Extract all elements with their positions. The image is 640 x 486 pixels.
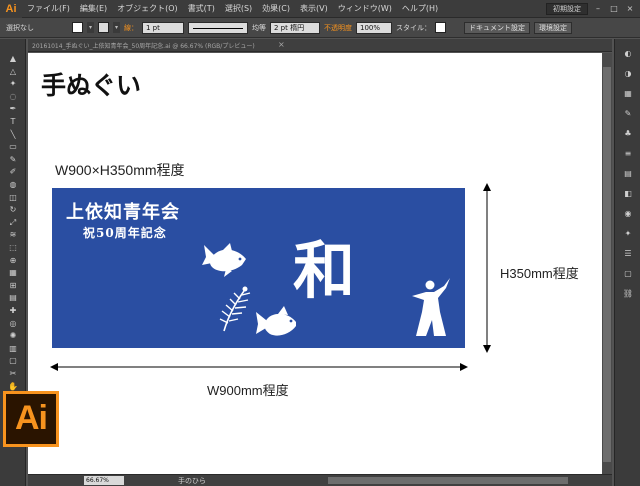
- menu-object[interactable]: オブジェクト(O): [112, 3, 183, 14]
- current-tool-status: 手のひら: [178, 477, 206, 485]
- height-label: H350mm程度: [500, 266, 579, 281]
- lasso-tool-icon[interactable]: ◌: [5, 91, 21, 102]
- close-button[interactable]: ×: [624, 3, 636, 15]
- menu-window[interactable]: ウィンドウ(W): [333, 3, 397, 14]
- document-tab[interactable]: 20161014_手ぬぐい_上依知青年会_50周年記念.ai @ 66.67% …: [28, 39, 612, 52]
- scale-tool-icon[interactable]: ⤢: [5, 217, 21, 228]
- menu-view[interactable]: 表示(V): [295, 3, 333, 14]
- graphic-style-swatch[interactable]: [435, 22, 446, 33]
- eyedropper-tool-icon[interactable]: ✚: [5, 305, 21, 316]
- status-bar: 66.67% 手のひら: [28, 474, 612, 486]
- vertical-scrollbar[interactable]: [602, 53, 612, 474]
- stroke-profile-preview[interactable]: [188, 21, 248, 34]
- brush-definition-field[interactable]: 2 pt 楕円: [270, 21, 320, 34]
- hand-tool-icon[interactable]: ✋: [5, 381, 21, 392]
- stroke-profile-label: 均等: [252, 23, 266, 32]
- layers-icon[interactable]: ☰: [622, 249, 634, 259]
- minimize-button[interactable]: –: [592, 3, 604, 15]
- symbols-icon[interactable]: ♣: [622, 129, 634, 139]
- magic-wand-tool-icon[interactable]: ✦: [5, 78, 21, 89]
- stroke-weight-field[interactable]: 1 pt: [142, 21, 184, 34]
- stroke-label[interactable]: 線：: [124, 23, 138, 33]
- menu-right: 初期設定 – □ ×: [546, 2, 640, 15]
- pen-tool-icon[interactable]: ✒: [5, 103, 21, 114]
- symbol-sprayer-tool-icon[interactable]: ✺: [5, 330, 21, 341]
- width-dimension-arrow: [50, 363, 468, 371]
- maximize-button[interactable]: □: [608, 3, 620, 15]
- control-bar: 選択なし ▾ ▾ 線： 1 pt 均等 2 pt 楕円 不透明度 100% スタ…: [0, 18, 640, 38]
- rotate-tool-icon[interactable]: ↻: [5, 204, 21, 215]
- type-tool-icon[interactable]: T: [5, 116, 21, 127]
- line-tool-icon[interactable]: ╲: [5, 129, 21, 140]
- document-tab-label: 20161014_手ぬぐい_上依知青年会_50周年記念.ai @ 66.67% …: [32, 43, 255, 50]
- color-guide-icon[interactable]: ◑: [622, 69, 634, 79]
- size-label: W900×H350mm程度: [55, 162, 185, 178]
- illustrator-badge: Ai: [3, 391, 59, 447]
- menu-help[interactable]: ヘルプ(H): [397, 3, 443, 14]
- menu-file[interactable]: ファイル(F): [22, 3, 75, 14]
- artwork-title: 手ぬぐい: [41, 71, 142, 100]
- illustrator-logo: Ai: [0, 0, 22, 18]
- selection-tool-icon[interactable]: ▲: [5, 53, 21, 64]
- links-icon[interactable]: ⛓: [622, 289, 634, 299]
- zoom-field[interactable]: 66.67%: [84, 476, 124, 485]
- goldfish-icon: [202, 243, 246, 277]
- height-dimension-arrow: [483, 183, 491, 353]
- stroke-swatch[interactable]: [98, 22, 109, 33]
- gradient-tool-icon[interactable]: ▤: [5, 292, 21, 303]
- menu-bar: Ai ファイル(F) 編集(E) オブジェクト(O) 書式(T) 選択(S) 効…: [0, 0, 640, 18]
- rectangle-tool-icon[interactable]: ▭: [5, 141, 21, 152]
- width-label: W900mm程度: [207, 383, 289, 398]
- color-panel-icon[interactable]: ◐: [622, 49, 634, 59]
- brushes-icon[interactable]: ✎: [622, 109, 634, 119]
- mesh-tool-icon[interactable]: ⊞: [5, 280, 21, 291]
- paintbrush-tool-icon[interactable]: ✎: [5, 154, 21, 165]
- slice-tool-icon[interactable]: ✂: [5, 368, 21, 379]
- towel-organization-text: 上依知青年会: [66, 202, 180, 223]
- column-graph-tool-icon[interactable]: ▥: [5, 343, 21, 354]
- menu-select[interactable]: 選択(S): [220, 3, 257, 14]
- graphic-styles-icon[interactable]: ✦: [622, 229, 634, 239]
- goldfish-icon: [256, 306, 296, 336]
- panel-dock: ◐ ◑ ▦ ✎ ♣ ≡ ▤ ◧ ◉ ✦ ☰ ▢ ⛓: [614, 39, 640, 486]
- water-plant-icon: [219, 286, 251, 332]
- opacity-field[interactable]: 100%: [356, 21, 392, 34]
- direct-selection-tool-icon[interactable]: △: [5, 66, 21, 77]
- swatches-icon[interactable]: ▦: [622, 89, 634, 99]
- opacity-label[interactable]: 不透明度: [324, 23, 352, 33]
- dancer-icon: [412, 278, 450, 336]
- preferences-button[interactable]: 環境設定: [534, 21, 572, 34]
- close-icon[interactable]: ×: [278, 40, 285, 49]
- width-tool-icon[interactable]: ≋: [5, 229, 21, 240]
- fill-dropdown[interactable]: ▾: [87, 22, 94, 33]
- gradient-icon[interactable]: ▤: [622, 169, 634, 179]
- towel-kanji-text: 和: [293, 234, 356, 307]
- menu-type[interactable]: 書式(T): [183, 3, 220, 14]
- transparency-icon[interactable]: ◧: [622, 189, 634, 199]
- horizontal-scroll-thumb[interactable]: [328, 477, 568, 484]
- stroke-dropdown[interactable]: ▾: [113, 22, 120, 33]
- artboard-tool-icon[interactable]: ▢: [5, 355, 21, 366]
- artboards-icon[interactable]: ▢: [622, 269, 634, 279]
- towel-anniversary-text: 祝50周年記念: [83, 226, 167, 240]
- fill-swatch[interactable]: [72, 22, 83, 33]
- vertical-scroll-thumb[interactable]: [603, 67, 611, 462]
- blob-brush-tool-icon[interactable]: ◍: [5, 179, 21, 190]
- document-setup-button[interactable]: ドキュメント設定: [464, 21, 530, 34]
- shape-builder-tool-icon[interactable]: ⊕: [5, 255, 21, 266]
- style-label: スタイル：: [396, 23, 431, 32]
- eraser-tool-icon[interactable]: ◫: [5, 192, 21, 203]
- artboard-canvas[interactable]: 手ぬぐい W900×H350mm程度 上依知青年会 祝50周年記念 和 H350…: [28, 53, 612, 474]
- workspace-switcher[interactable]: 初期設定: [546, 2, 588, 15]
- perspective-grid-tool-icon[interactable]: ▦: [5, 267, 21, 278]
- towel-design[interactable]: 上依知青年会 祝50周年記念 和: [52, 188, 465, 348]
- blend-tool-icon[interactable]: ◎: [5, 318, 21, 329]
- pencil-tool-icon[interactable]: ✐: [5, 166, 21, 177]
- stroke-icon[interactable]: ≡: [622, 149, 634, 159]
- menu-edit[interactable]: 編集(E): [75, 3, 112, 14]
- free-transform-tool-icon[interactable]: ⬚: [5, 242, 21, 253]
- appearance-icon[interactable]: ◉: [622, 209, 634, 219]
- menu-effect[interactable]: 効果(C): [257, 3, 295, 14]
- selection-status: 選択なし: [6, 23, 34, 32]
